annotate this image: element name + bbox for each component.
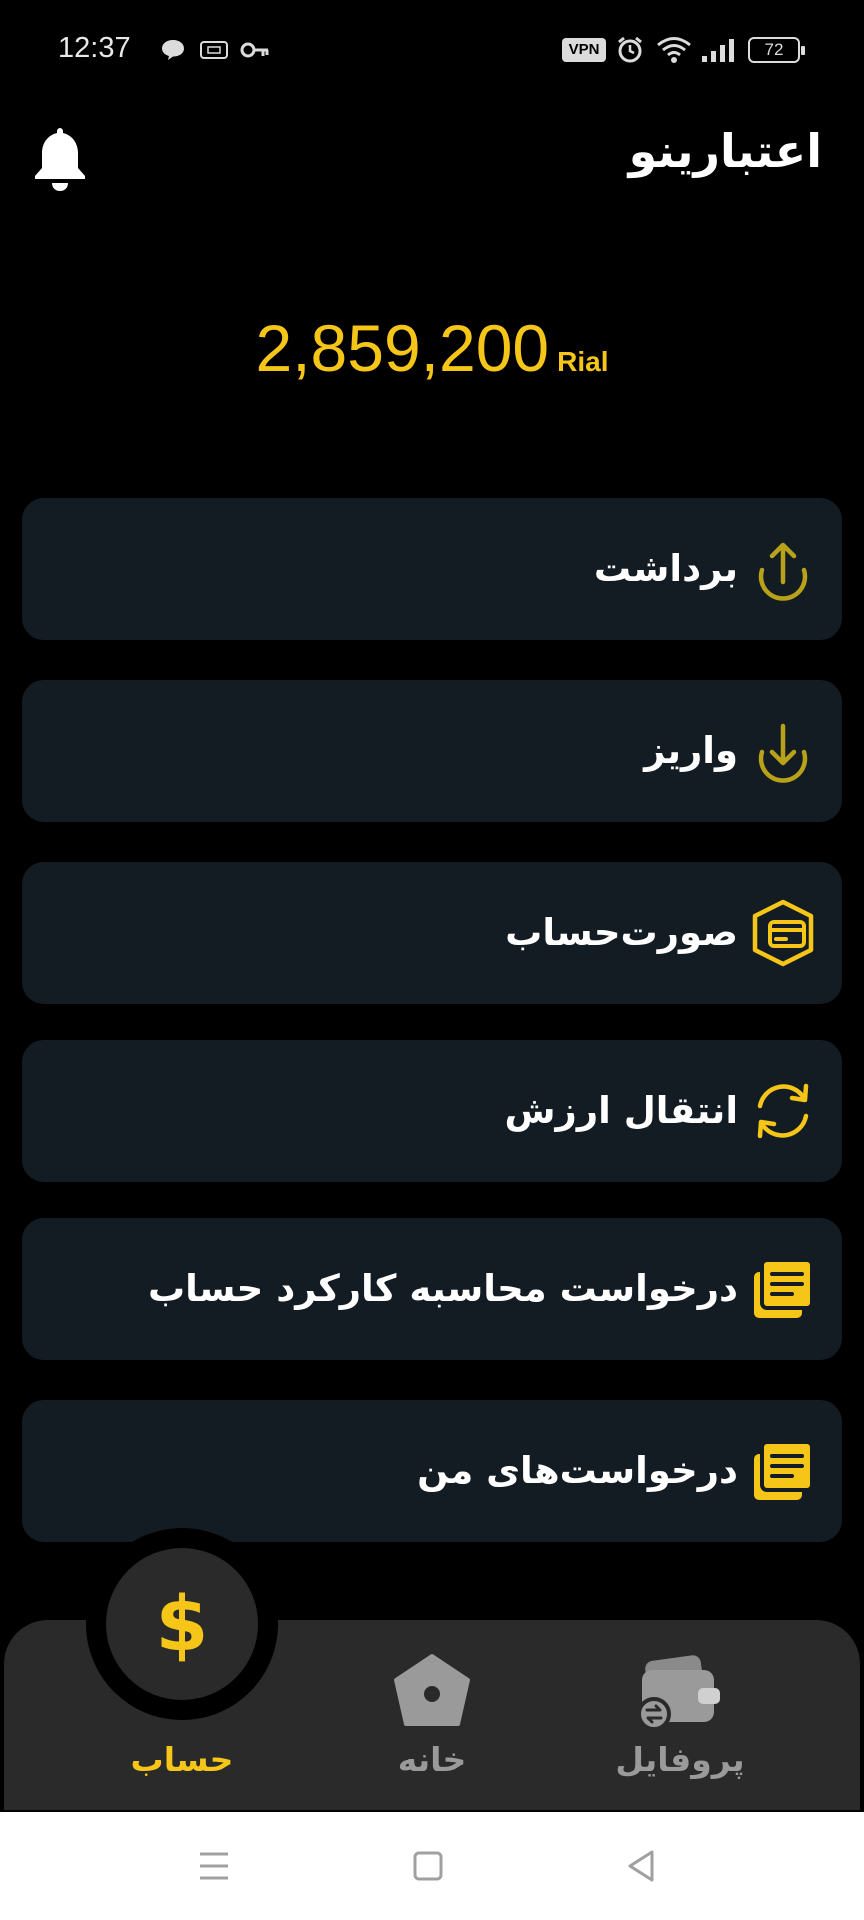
balance-unit: Rial: [557, 346, 609, 377]
nav-account-label[interactable]: حساب: [82, 1740, 282, 1779]
refresh-transfer-icon: [757, 1083, 809, 1139]
upload-arrow-icon: [758, 542, 808, 601]
chat-bubble-icon: [162, 40, 184, 60]
download-arrow-icon: [758, 723, 808, 783]
balance-amount: 2,859,200: [255, 311, 550, 385]
menu-label: واریز: [644, 729, 738, 772]
menu-label: درخواست محاسبه کارکرد حساب: [147, 1267, 738, 1310]
app-title: اعتبارینو: [628, 124, 822, 178]
back-triangle-icon[interactable]: [622, 1846, 662, 1886]
nav-home-label[interactable]: خانه: [332, 1740, 532, 1779]
document-stack-icon: [754, 1440, 814, 1500]
home-icon[interactable]: [392, 1652, 472, 1728]
nav-profile-label[interactable]: پروفایل: [580, 1740, 780, 1779]
dollar-icon: $: [155, 1579, 209, 1668]
wifi-icon: [657, 37, 691, 63]
nav-account-button[interactable]: $: [106, 1548, 258, 1700]
vpn-badge: VPN: [562, 38, 606, 62]
screen: 12:37 VPN 72 اعتبارینو 2,859,200 Rial بر…: [0, 0, 864, 1920]
menu-item-usage-calculation-request[interactable]: درخواست محاسبه کارکرد حساب: [22, 1218, 842, 1360]
menu-icon[interactable]: [194, 1846, 234, 1886]
system-nav-bar: [0, 1812, 864, 1920]
menu-item-my-requests[interactable]: درخواست‌های من: [22, 1400, 842, 1542]
menu-item-withdraw[interactable]: برداشت: [22, 498, 842, 640]
alarm-icon: [618, 36, 642, 63]
menu-item-statement[interactable]: صورت‌حساب: [22, 862, 842, 1004]
menu-item-value-transfer[interactable]: انتقال ارزش: [22, 1040, 842, 1182]
home-square-icon[interactable]: [408, 1846, 448, 1886]
key-icon: [240, 42, 269, 58]
battery-indicator: 72: [748, 37, 805, 63]
balance: 2,859,200 Rial: [0, 310, 864, 386]
menu-label: انتقال ارزش: [504, 1089, 738, 1132]
statement-card-icon: [752, 899, 814, 967]
document-stack-icon: [754, 1258, 814, 1318]
bell-icon[interactable]: [30, 124, 90, 194]
card-icon: [200, 41, 228, 59]
menu-label: صورت‌حساب: [505, 911, 738, 954]
wallet-icon[interactable]: [636, 1650, 726, 1734]
menu-label: برداشت: [593, 547, 738, 590]
status-time: 12:37: [58, 32, 131, 64]
menu-label: درخواست‌های من: [417, 1449, 738, 1492]
menu-item-deposit[interactable]: واریز: [22, 680, 842, 822]
status-bar: 12:37 VPN 72: [0, 0, 864, 100]
signal-icon: [702, 39, 734, 62]
